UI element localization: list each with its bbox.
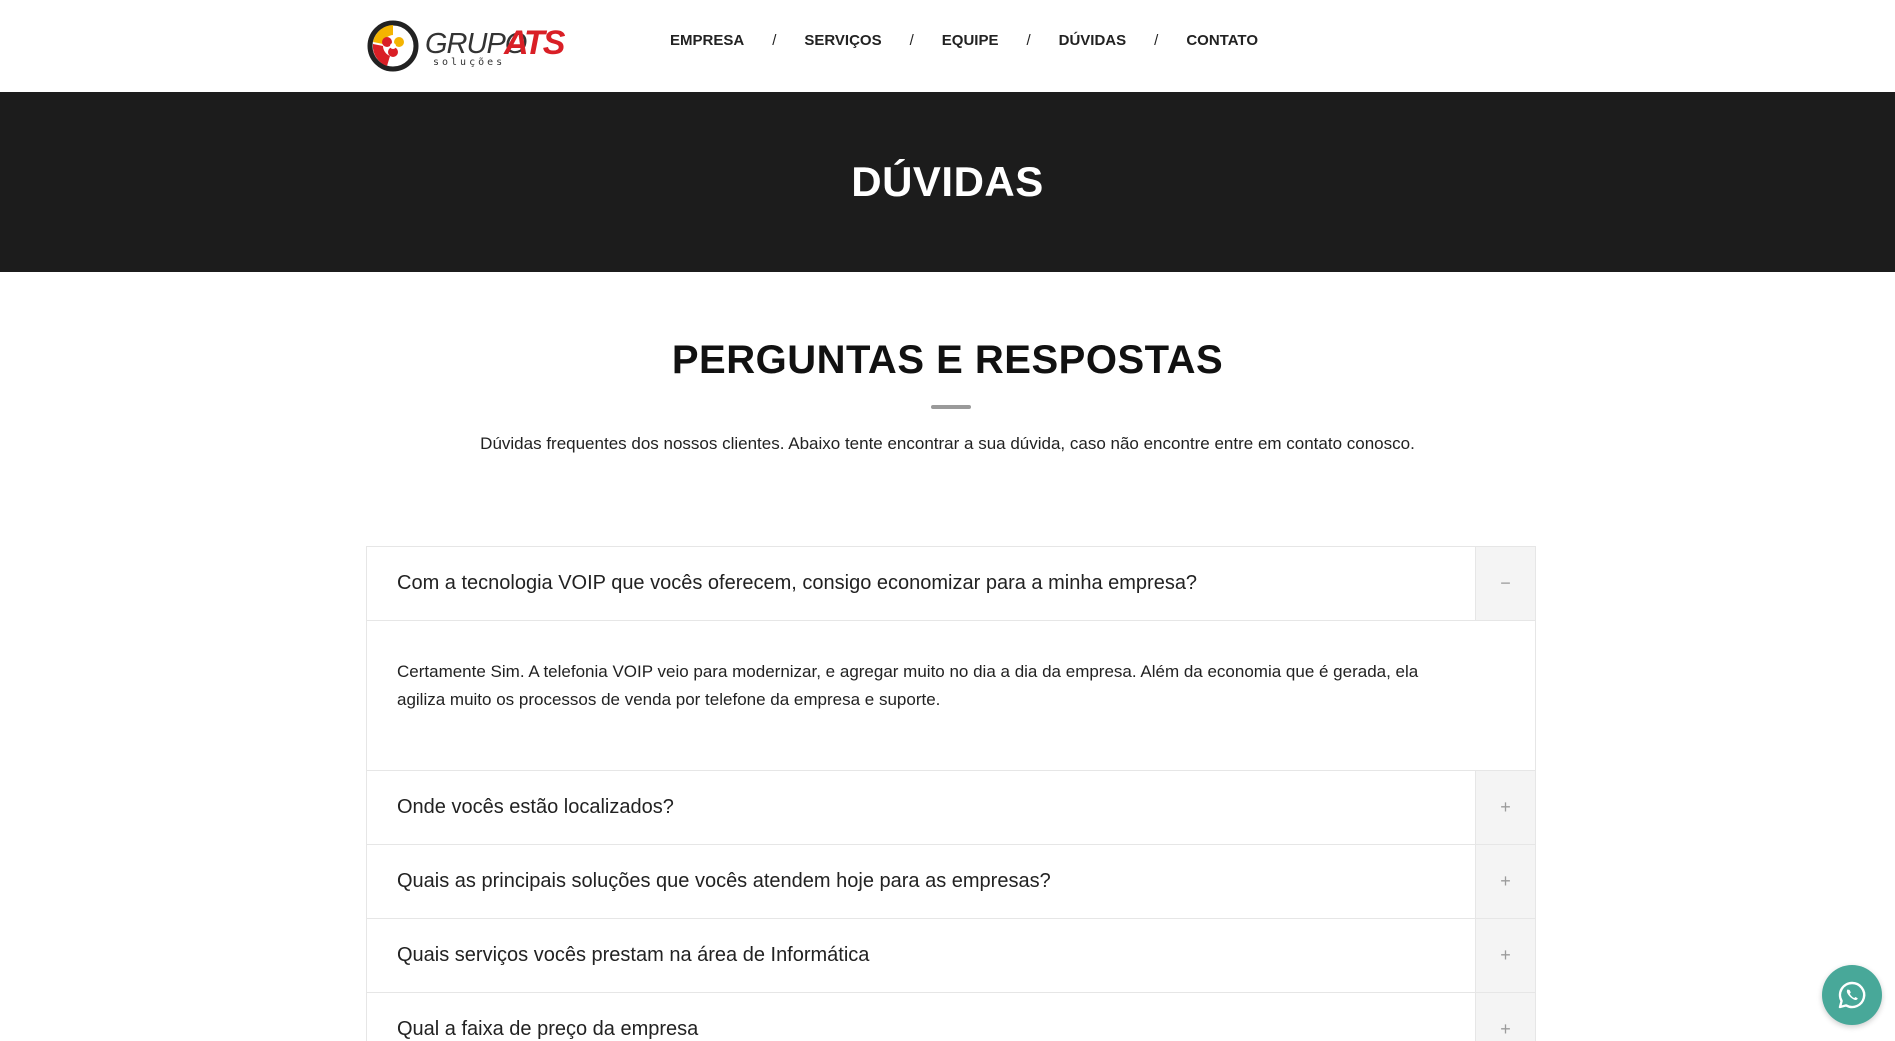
expand-icon[interactable]: +	[1475, 919, 1535, 992]
faq-item: Quais as principais soluções que vocês a…	[367, 845, 1535, 919]
faq-answer: Certamente Sim. A telefonia VOIP veio pa…	[397, 662, 1419, 709]
nav-separator: /	[772, 32, 777, 49]
nav-item-empresa[interactable]: EMPRESA	[670, 32, 744, 49]
faq-question-header[interactable]: Quais serviços vocês prestam na área de …	[367, 919, 1535, 992]
faq-question: Onde vocês estão localizados?	[397, 796, 674, 818]
whatsapp-button[interactable]	[1822, 965, 1882, 1025]
logo-wordmark: GRUPO ATS soluções	[425, 20, 571, 72]
faq-question: Quais as principais soluções que vocês a…	[397, 870, 1051, 892]
nav-item-servicos[interactable]: SERVIÇOS	[804, 32, 881, 49]
main-nav: EMPRESA / SERVIÇOS / EQUIPE / DÚVIDAS / …	[670, 32, 1258, 49]
logo-tagline: soluções	[433, 57, 506, 68]
faq-accordion: Com a tecnologia VOIP que vocês oferecem…	[366, 546, 1536, 1041]
logo-brand-accent: ATS	[504, 24, 566, 62]
section-subtitle: Dúvidas frequentes dos nossos clientes. …	[480, 434, 1415, 453]
faq-question-header[interactable]: Onde vocês estão localizados? +	[367, 771, 1535, 844]
faq-item: Qual a faixa de preço da empresa +	[367, 993, 1535, 1041]
page-hero: DÚVIDAS	[0, 92, 1895, 272]
faq-item: Quais serviços vocês prestam na área de …	[367, 919, 1535, 993]
nav-item-equipe[interactable]: EQUIPE	[942, 32, 999, 49]
faq-answer-panel: Certamente Sim. A telefonia VOIP veio pa…	[367, 620, 1535, 770]
faq-question-header[interactable]: Com a tecnologia VOIP que vocês oferecem…	[367, 547, 1535, 620]
site-header: GRUPO ATS soluções EMPRESA / SERVIÇOS / …	[0, 0, 1895, 92]
expand-icon[interactable]: +	[1475, 771, 1535, 844]
faq-item: Onde vocês estão localizados? +	[367, 771, 1535, 845]
title-divider	[931, 405, 971, 409]
nav-item-contato[interactable]: CONTATO	[1186, 32, 1258, 49]
whatsapp-icon	[1838, 981, 1866, 1009]
faq-question: Qual a faixa de preço da empresa	[397, 1018, 699, 1040]
logo[interactable]: GRUPO ATS soluções	[367, 20, 571, 72]
page-title: DÚVIDAS	[851, 158, 1044, 205]
section-title: PERGUNTAS E RESPOSTAS	[671, 338, 1224, 382]
faq-question: Com a tecnologia VOIP que vocês oferecem…	[397, 572, 1198, 594]
nav-separator: /	[1154, 32, 1159, 49]
faq-question-header[interactable]: Quais as principais soluções que vocês a…	[367, 845, 1535, 918]
expand-icon[interactable]: +	[1475, 845, 1535, 918]
logo-mark-icon	[367, 20, 419, 72]
expand-icon[interactable]: +	[1475, 993, 1535, 1041]
faq-question-header[interactable]: Qual a faixa de preço da empresa +	[367, 993, 1535, 1041]
nav-separator: /	[1026, 32, 1031, 49]
nav-separator: /	[909, 32, 914, 49]
collapse-icon[interactable]: −	[1475, 547, 1535, 620]
nav-item-duvidas[interactable]: DÚVIDAS	[1059, 32, 1127, 49]
faq-question: Quais serviços vocês prestam na área de …	[397, 944, 870, 966]
faq-item: Com a tecnologia VOIP que vocês oferecem…	[367, 547, 1535, 771]
